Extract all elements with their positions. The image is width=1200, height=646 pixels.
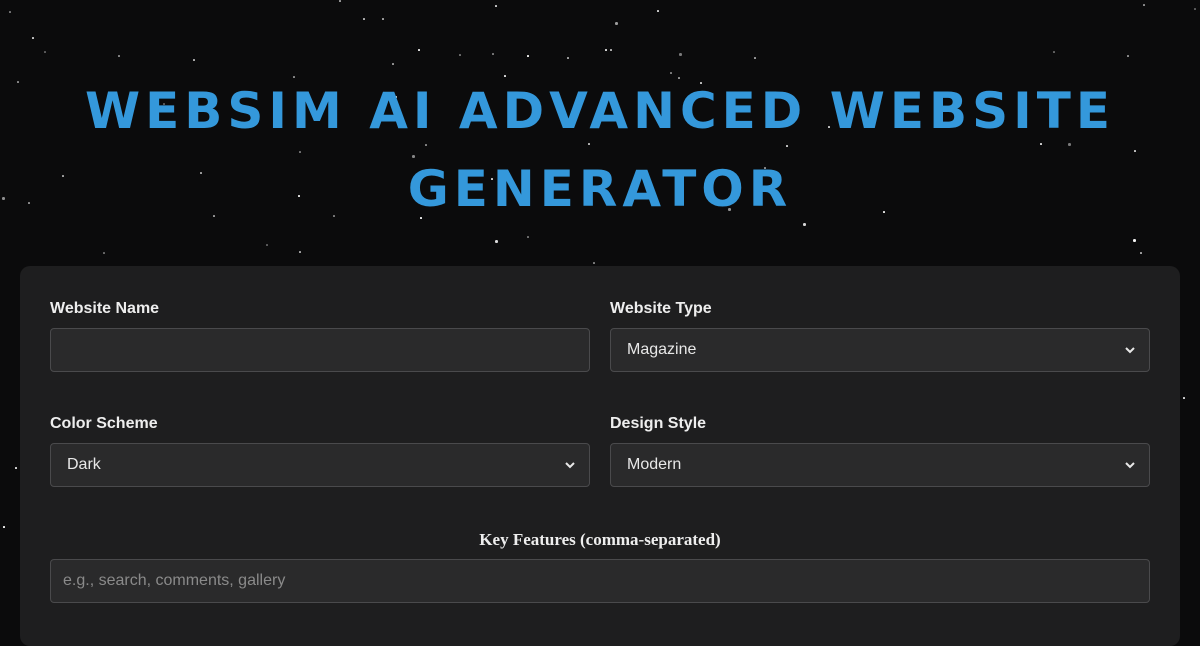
star xyxy=(9,11,11,13)
star xyxy=(527,236,529,238)
star xyxy=(418,49,420,51)
website-type-value: Magazine xyxy=(627,341,697,358)
star xyxy=(495,240,498,243)
color-scheme-value: Dark xyxy=(67,456,101,473)
star xyxy=(567,57,569,59)
key-features-label: Key Features (comma-separated) xyxy=(479,530,721,549)
star xyxy=(459,54,461,56)
star xyxy=(339,0,341,2)
star xyxy=(363,18,365,20)
chevron-down-icon xyxy=(565,462,575,469)
color-scheme-select[interactable]: Dark xyxy=(50,443,590,487)
color-scheme-group: Color Scheme Dark xyxy=(50,415,590,487)
star xyxy=(527,55,529,57)
star xyxy=(382,18,384,20)
website-type-select[interactable]: Magazine xyxy=(610,328,1150,372)
star xyxy=(44,51,46,53)
website-name-group: Website Name xyxy=(50,300,590,372)
website-type-label: Website Type xyxy=(610,300,712,317)
design-style-select[interactable]: Modern xyxy=(610,443,1150,487)
star xyxy=(1140,252,1142,254)
star xyxy=(495,5,497,7)
star xyxy=(266,244,268,246)
chevron-down-icon xyxy=(1125,347,1135,354)
website-type-group: Website Type Magazine xyxy=(610,300,1150,372)
star xyxy=(299,251,301,253)
star xyxy=(103,252,105,254)
star xyxy=(610,49,612,51)
star xyxy=(1194,8,1196,10)
star xyxy=(32,37,34,39)
design-style-group: Design Style Modern xyxy=(610,415,1150,487)
star xyxy=(492,53,494,55)
chevron-down-icon xyxy=(1125,462,1135,469)
star xyxy=(754,57,756,59)
star xyxy=(1143,4,1145,6)
design-style-value: Modern xyxy=(627,456,682,473)
star xyxy=(593,262,595,264)
generator-form: Website Name Website Type Magazine Color… xyxy=(20,266,1180,646)
star xyxy=(615,22,618,25)
star xyxy=(1133,239,1136,242)
website-name-input[interactable] xyxy=(50,328,590,372)
star xyxy=(193,59,195,61)
star xyxy=(679,53,682,56)
key-features-input[interactable]: e.g., search, comments, gallery xyxy=(50,559,1150,603)
page-title: WEBSIM AI ADVANCED WEBSITE GENERATOR xyxy=(85,82,1115,218)
design-style-label: Design Style xyxy=(610,415,707,432)
website-name-label: Website Name xyxy=(50,300,160,317)
star xyxy=(118,55,120,57)
star xyxy=(392,63,394,65)
star xyxy=(3,526,5,528)
star xyxy=(605,49,607,51)
star xyxy=(657,10,659,12)
star xyxy=(1053,51,1055,53)
key-features-group: Key Features (comma-separated) e.g., sea… xyxy=(50,531,1150,603)
star xyxy=(1127,55,1129,57)
star xyxy=(15,467,17,469)
color-scheme-label: Color Scheme xyxy=(50,415,158,432)
star xyxy=(1183,397,1185,399)
